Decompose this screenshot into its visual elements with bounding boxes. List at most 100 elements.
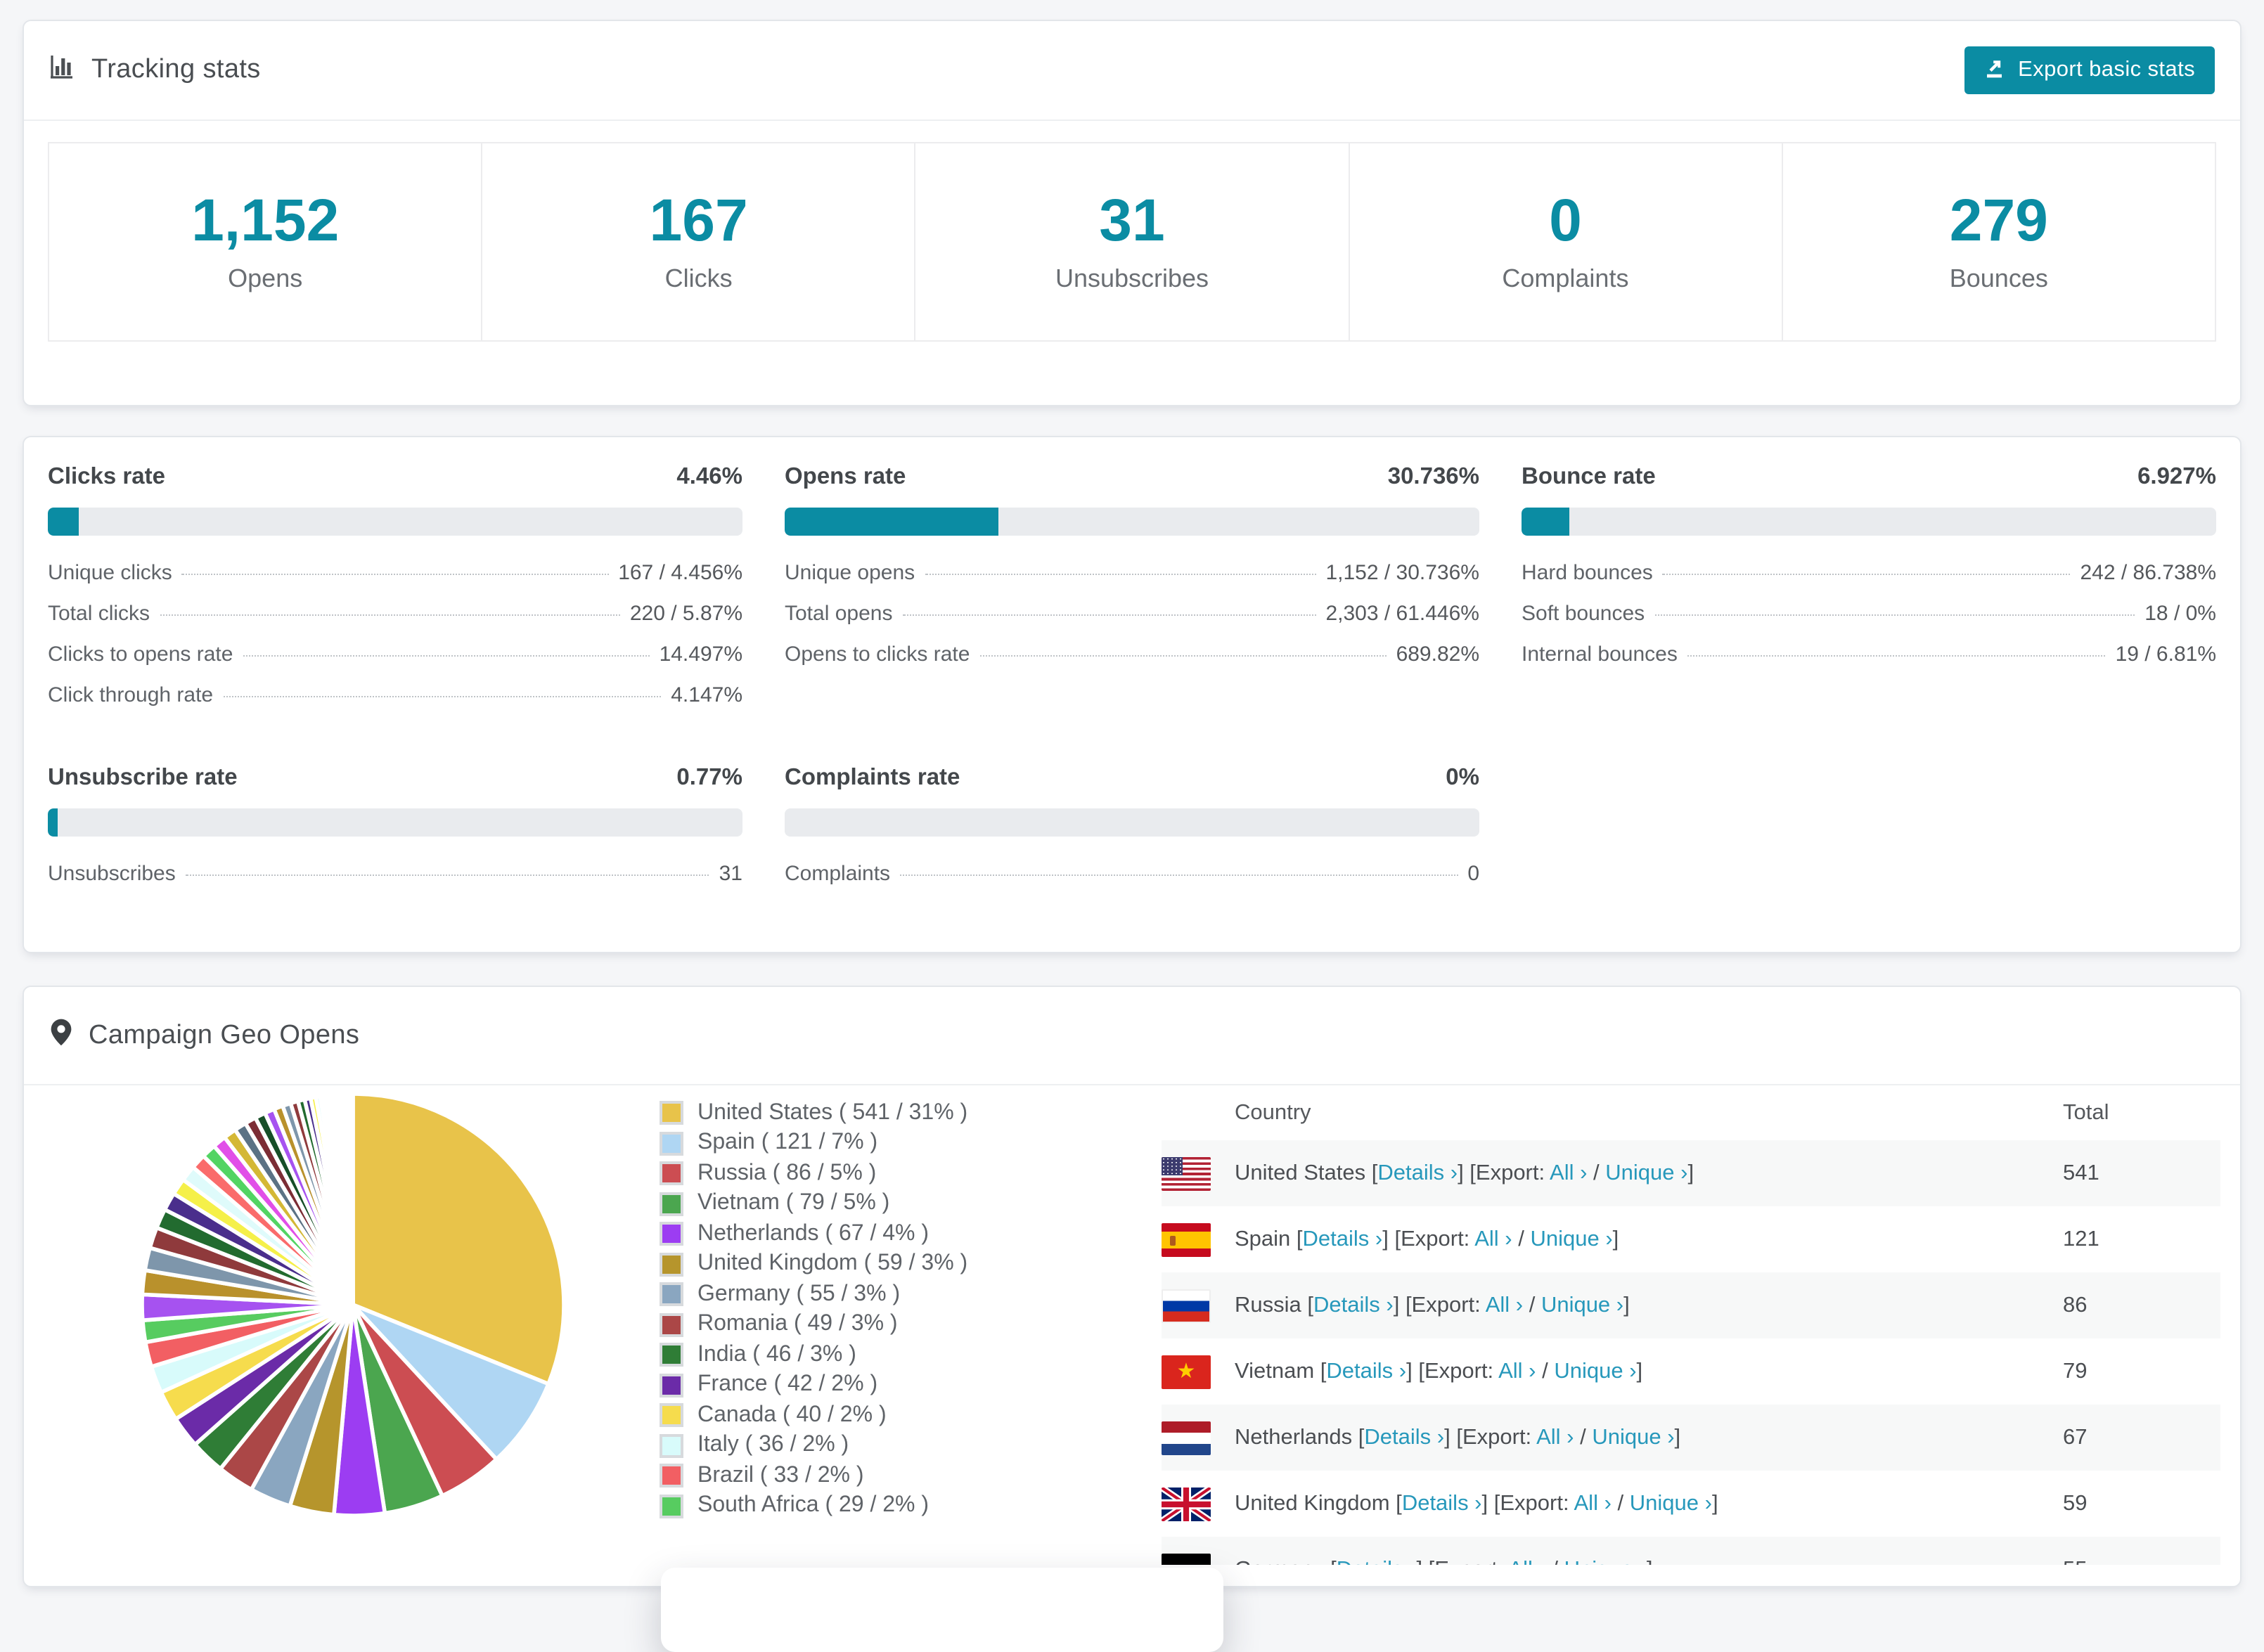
detail-value: 31: [719, 862, 742, 886]
details-link[interactable]: Details ›: [1402, 1491, 1482, 1515]
legend-label: United States ( 541 / 31% ): [697, 1100, 968, 1124]
rate-detail-row: Complaints 0: [785, 863, 1479, 886]
rate-title: Bounce rate: [1522, 464, 1656, 489]
stat-label: Opens: [228, 264, 303, 292]
dotted-leader: [181, 574, 609, 575]
tracking-stats-header: Tracking stats Export basic stats: [24, 21, 2240, 120]
detail-label: Unique clicks: [48, 561, 172, 585]
details-link[interactable]: Details ›: [1326, 1359, 1406, 1383]
detail-value: 167 / 4.456%: [618, 561, 742, 585]
tracking-stats-card: Tracking stats Export basic stats 1,152 O…: [22, 20, 2242, 406]
total-cell: 79: [2063, 1359, 2088, 1383]
details-link[interactable]: Details ›: [1364, 1425, 1444, 1449]
export-unique-link[interactable]: Unique ›: [1564, 1557, 1647, 1565]
export-all-link[interactable]: All ›: [1474, 1227, 1512, 1251]
legend-label: Romania ( 49 / 3% ): [697, 1312, 898, 1336]
export-all-link[interactable]: All ›: [1508, 1557, 1545, 1565]
legend-swatch: [660, 1252, 683, 1276]
export-unique-link[interactable]: Unique ›: [1530, 1227, 1612, 1251]
legend-swatch: [660, 1343, 683, 1367]
rate-value: 0.77%: [676, 765, 742, 790]
legend-label: Germany ( 55 / 3% ): [697, 1282, 901, 1305]
details-link[interactable]: Details ›: [1303, 1227, 1383, 1251]
rate-progress-track: [48, 808, 742, 837]
legend-item: Germany ( 55 / 3% ): [660, 1282, 967, 1306]
rate-value: 30.736%: [1387, 464, 1479, 489]
detail-value: 0: [1467, 862, 1479, 886]
rate-head: Bounce rate 6.927%: [1522, 464, 2216, 491]
summary-stat-box: 1,152 Opens: [48, 142, 483, 342]
floating-panel-fragment: [661, 1568, 1223, 1652]
rate-detail-row: Soft bounces 18 / 0%: [1522, 602, 2216, 626]
campaign-geo-opens-card: Campaign Geo Opens United States ( 541 /…: [22, 986, 2242, 1587]
detail-label: Soft bounces: [1522, 602, 1645, 626]
legend-item: United States ( 541 / 31% ): [660, 1100, 968, 1125]
country-cell: Russia [Details ›] [Export: All › / Uniq…: [1235, 1293, 1630, 1317]
country-cell: United Kingdom [Details ›] [Export: All …: [1235, 1491, 1718, 1515]
dotted-leader: [243, 655, 650, 657]
detail-value: 2,303 / 61.446%: [1325, 602, 1479, 626]
total-cell: 59: [2063, 1491, 2088, 1515]
total-cell: 541: [2063, 1161, 2099, 1185]
dotted-leader: [902, 614, 1316, 616]
rate-title: Complaints rate: [785, 765, 960, 790]
table-row: Netherlands [Details ›] [Export: All › /…: [1162, 1405, 2220, 1471]
rate-value: 4.46%: [676, 464, 742, 489]
table-body: United States [Details ›] [Export: All ›…: [1162, 1140, 2220, 1565]
detail-value: 19 / 6.81%: [2115, 643, 2216, 666]
stat-value: 0: [1549, 186, 1582, 252]
legend-swatch: [660, 1282, 683, 1306]
details-link[interactable]: Details ›: [1337, 1557, 1417, 1565]
rate-value: 0%: [1446, 765, 1479, 790]
legend-item: Italy ( 36 / 2% ): [660, 1433, 967, 1457]
flag-vn-icon: [1162, 1355, 1211, 1388]
table-row: United Kingdom [Details ›] [Export: All …: [1162, 1471, 2220, 1537]
details-link[interactable]: Details ›: [1377, 1161, 1458, 1185]
stat-label: Bounces: [1949, 264, 2048, 292]
export-unique-link[interactable]: Unique ›: [1630, 1491, 1712, 1515]
bar-chart-icon: [49, 53, 76, 88]
rate-detail-row: Hard bounces 242 / 86.738%: [1522, 562, 2216, 585]
legend-label: Canada ( 40 / 2% ): [697, 1402, 887, 1426]
country-cell: Vietnam [Details ›] [Export: All › / Uni…: [1235, 1359, 1643, 1383]
rate-block: Bounce rate 6.927% Hard bounces 242 / 86.73…: [1522, 464, 2216, 725]
summary-stat-box: 31 Unsubscribes: [914, 142, 1350, 342]
table-row: Russia [Details ›] [Export: All › / Uniq…: [1162, 1272, 2220, 1338]
detail-label: Hard bounces: [1522, 561, 1653, 585]
detail-label: Internal bounces: [1522, 643, 1678, 666]
export-unique-link[interactable]: Unique ›: [1554, 1359, 1636, 1383]
rates-card: Clicks rate 4.46% Unique clicks 167 / 4.456…: [22, 436, 2242, 953]
total-cell: 121: [2063, 1227, 2099, 1251]
legend-item: United Kingdom ( 59 / 3% ): [660, 1251, 967, 1276]
details-link[interactable]: Details ›: [1313, 1293, 1394, 1317]
flag-nl-icon: [1162, 1421, 1211, 1454]
stat-label: Unsubscribes: [1055, 264, 1209, 292]
header-divider: [24, 120, 2240, 121]
export-all-link[interactable]: All ›: [1486, 1293, 1523, 1317]
export-all-link[interactable]: All ›: [1498, 1359, 1536, 1383]
rate-block: Complaints rate 0% Complaints 0: [785, 765, 1479, 904]
export-all-link[interactable]: All ›: [1536, 1425, 1574, 1449]
legend-swatch: [660, 1464, 683, 1488]
rate-detail-row: Total clicks 220 / 5.87%: [48, 602, 742, 626]
country-cell: Spain [Details ›] [Export: All › / Uniqu…: [1235, 1227, 1619, 1251]
summary-stat-box: 279 Bounces: [1781, 142, 2217, 342]
legend-swatch: [660, 1192, 683, 1215]
rate-value: 6.927%: [2137, 464, 2216, 489]
dotted-leader: [979, 655, 1387, 657]
geo-title-wrap: Campaign Geo Opens: [49, 1017, 359, 1054]
legend-label: Italy ( 36 / 2% ): [697, 1433, 849, 1457]
rate-block: Unsubscribe rate 0.77% Unsubscribes 31: [48, 765, 742, 904]
export-unique-link[interactable]: Unique ›: [1605, 1161, 1687, 1185]
detail-label: Opens to clicks rate: [785, 643, 970, 666]
export-unique-link[interactable]: Unique ›: [1592, 1425, 1674, 1449]
legend-swatch: [660, 1161, 683, 1185]
legend-item: India ( 46 / 3% ): [660, 1342, 967, 1367]
export-basic-stats-button[interactable]: Export basic stats: [1964, 46, 2215, 94]
export-unique-link[interactable]: Unique ›: [1541, 1293, 1623, 1317]
legend-swatch: [660, 1101, 683, 1125]
export-all-link[interactable]: All ›: [1550, 1161, 1587, 1185]
flag-es-icon: [1162, 1222, 1211, 1256]
export-all-link[interactable]: All ›: [1574, 1491, 1612, 1515]
geo-body: United States ( 541 / 31% ) Spain ( 121 /…: [24, 1085, 2240, 1586]
